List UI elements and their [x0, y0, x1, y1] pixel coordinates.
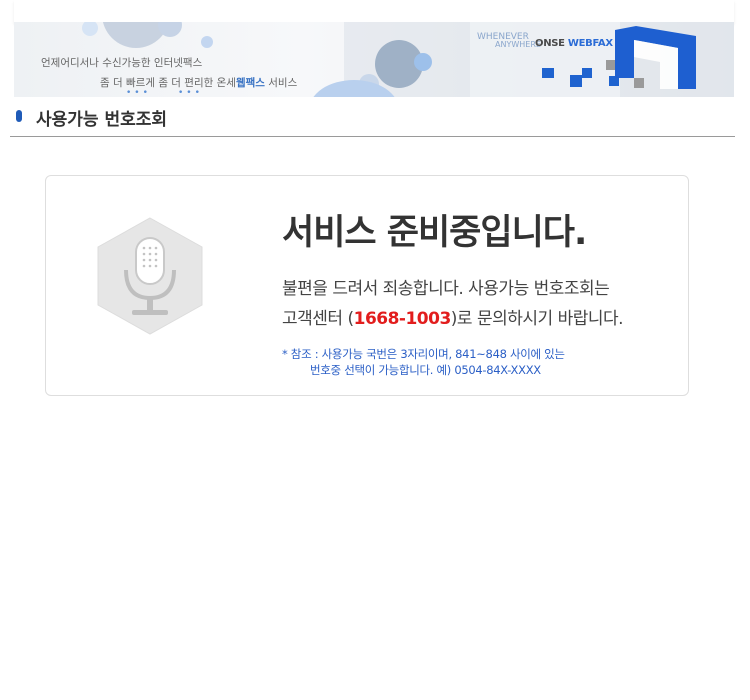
banner-tagline-1: 언제어디서나 수신가능한 인터넷팩스	[41, 57, 203, 69]
top-divider	[14, 0, 734, 23]
top-banner: 언제어디서나 수신가능한 인터넷팩스 좀 더 빠르게 좀 더 편리한 온세웹팩스…	[14, 22, 734, 97]
note-line-2: 번호중 선택이 가능합니다. 예) 0504-84X-XXXX	[310, 363, 541, 377]
notice-headline: 서비스 준비중입니다.	[282, 213, 587, 253]
decorative-dots: •••	[178, 88, 203, 97]
section-header: 사용가능 번호조회	[10, 104, 735, 137]
decorative-dots: •••	[126, 88, 151, 97]
note-line-1: * 참조 : 사용가능 국번은 3자리이며, 841~848 사이에 있는	[282, 347, 565, 361]
notice-message: 불편을 드려서 죄송합니다. 사용가능 번호조회는 고객센터 (1668-100…	[282, 274, 624, 334]
reference-note: * 참조 : 사용가능 국번은 3자리이며, 841~848 사이에 있는 번호…	[282, 346, 565, 378]
page-title: 사용가능 번호조회	[36, 110, 168, 130]
brand-logo: ONSE WEBFAX	[535, 38, 613, 49]
support-phone: 1668-1003	[353, 309, 452, 329]
notice-card: 서비스 준비중입니다. 불편을 드려서 죄송합니다. 사용가능 번호조회는 고객…	[45, 175, 689, 396]
title-bullet-icon	[16, 110, 22, 122]
microphone-icon	[94, 216, 206, 340]
message-line-1: 불편을 드려서 죄송합니다. 사용가능 번호조회는	[282, 279, 610, 299]
message-line-2: 고객센터 (1668-1003)로 문의하시기 바랍니다.	[282, 309, 624, 329]
